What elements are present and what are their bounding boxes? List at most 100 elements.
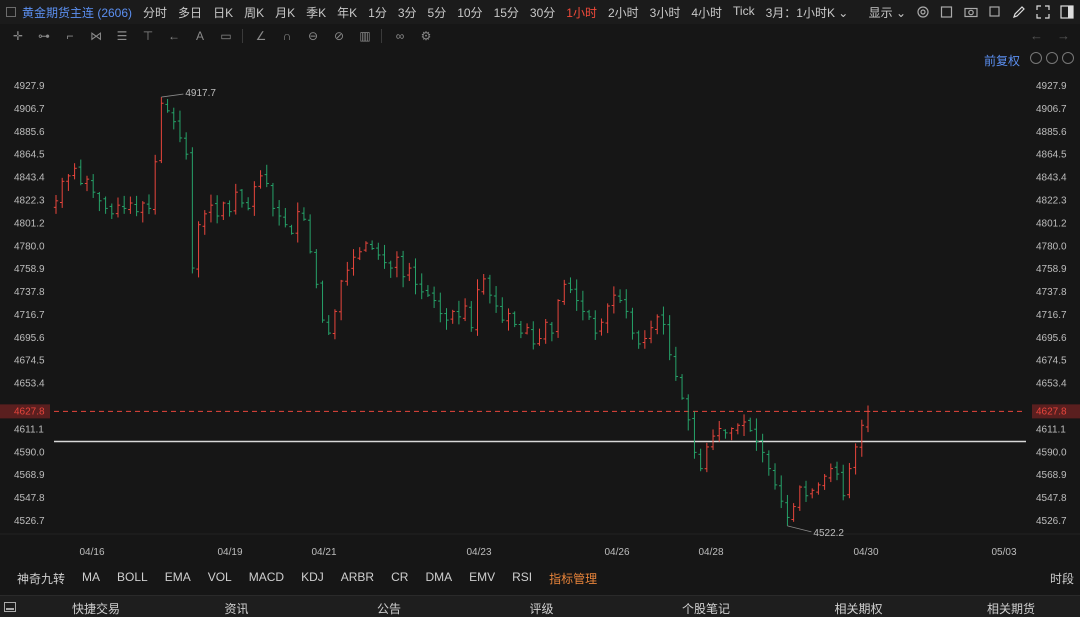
bottom-bar: 快捷交易 资讯 公告 评级 个股笔记 相关期权 相关期货: [0, 595, 1080, 617]
hide-drawing-icon[interactable]: ⊘: [331, 28, 347, 44]
rect-select-icon[interactable]: ⌐: [62, 28, 78, 44]
toolbar-divider: [242, 29, 243, 43]
y-tick-label-left: 4843.4: [14, 173, 45, 184]
indicator-tab[interactable]: CR: [391, 570, 408, 587]
bottom-tab[interactable]: 相关期货: [987, 600, 1035, 617]
y-tick-label-right: 4674.5: [1036, 356, 1067, 367]
eraser-tool-icon[interactable]: ∠: [253, 28, 269, 44]
indicator-tab[interactable]: DMA: [425, 570, 452, 587]
candlestick-chart[interactable]: 4927.9 4927.9 4906.7 4906.7 4885.6 4885.6 4864…: [0, 48, 1080, 567]
bottom-tab[interactable]: 资讯: [225, 600, 249, 617]
indicator-tab[interactable]: KDJ: [301, 570, 324, 587]
copy-icon[interactable]: [988, 5, 1002, 19]
display-menu[interactable]: 显示 ⌄: [869, 4, 906, 21]
indicator-tab[interactable]: 指标管理: [549, 570, 597, 587]
indicator-tab[interactable]: ARBR: [341, 570, 374, 587]
y-tick-label-right: 4780.0: [1036, 241, 1067, 252]
period-tab[interactable]: 季K: [306, 4, 326, 21]
low-annotation-leader: [787, 525, 812, 533]
x-tick-label: 04/26: [604, 547, 629, 558]
line-tool-icon[interactable]: ⊶: [36, 28, 52, 44]
zoom-in-icon[interactable]: [1062, 52, 1074, 64]
pattern-tool-icon[interactable]: ⋈: [88, 28, 104, 44]
period-tab[interactable]: 3小时: [650, 4, 681, 21]
lock-drawing-icon[interactable]: ⊖: [305, 28, 321, 44]
back-arrow-icon[interactable]: ←: [1030, 28, 1043, 43]
high-annotation-label: 4917.7: [185, 88, 216, 99]
price-adjust-toggle[interactable]: 前复权: [984, 52, 1020, 69]
indicator-tab[interactable]: EMA: [165, 570, 191, 587]
crosshair-icon[interactable]: ✛: [10, 28, 26, 44]
fib-tool-icon[interactable]: ☰: [114, 28, 130, 44]
fullscreen-icon[interactable]: [1036, 5, 1050, 19]
symbol-name: 黄金期货主连 (2606): [22, 5, 133, 20]
period-tab[interactable]: 2小时: [608, 4, 639, 21]
period-tab[interactable]: 1分: [368, 4, 387, 21]
y-tick-label-left: 4780.0: [14, 241, 45, 252]
measure-tool-icon[interactable]: ⊤: [140, 28, 156, 44]
period-tab[interactable]: 30分: [530, 4, 555, 21]
time-share-button[interactable]: 时段: [1050, 570, 1074, 587]
period-tab[interactable]: 5分: [428, 4, 447, 21]
period-tab[interactable]: 日K: [213, 4, 233, 21]
indicator-list: 神奇九转 MA BOLL EMA VOL MACD KDJ ARBR CR DMA EMV RSI 指标…: [0, 570, 597, 587]
y-tick-label-right: 4864.5: [1036, 150, 1067, 161]
y-tick-label-right: 4843.4: [1036, 173, 1067, 184]
current-price-label-right: 4627.8: [1036, 406, 1067, 417]
bottom-tab[interactable]: 快捷交易: [72, 600, 120, 617]
drawing-settings-icon[interactable]: ⚙: [418, 28, 434, 44]
bottom-tab[interactable]: 公告: [377, 600, 401, 617]
y-tick-label-right: 4526.7: [1036, 516, 1067, 527]
period-tab[interactable]: 10分: [457, 4, 482, 21]
bottom-tab[interactable]: 评级: [530, 600, 554, 617]
y-tick-label-right: 4885.6: [1036, 127, 1067, 138]
period-tab[interactable]: 3分: [398, 4, 417, 21]
bottom-tab[interactable]: 相关期权: [835, 600, 883, 617]
indicator-tab[interactable]: RSI: [512, 570, 532, 587]
forward-arrow-icon[interactable]: →: [1057, 28, 1070, 43]
symbol-selector[interactable]: 黄金期货主连 (2606): [6, 4, 132, 21]
text-tool-icon[interactable]: A: [192, 28, 208, 44]
y-tick-label-right: 4822.3: [1036, 195, 1067, 206]
low-annotation-label: 4522.2: [813, 528, 844, 539]
y-tick-label-right: 4590.0: [1036, 447, 1067, 458]
indicator-tab[interactable]: BOLL: [117, 570, 148, 587]
y-tick-label-left: 4801.2: [14, 218, 45, 229]
y-tick-label-right: 4653.4: [1036, 379, 1067, 390]
period-tab[interactable]: 年K: [337, 4, 357, 21]
magnet-icon[interactable]: ∩: [279, 28, 295, 44]
toolbar-divider: [381, 29, 382, 43]
arrow-tool-icon[interactable]: ←: [166, 28, 182, 44]
y-tick-label-right: 4611.1: [1036, 424, 1066, 435]
indicator-tab[interactable]: VOL: [208, 570, 232, 587]
period-tab[interactable]: 分时: [143, 4, 167, 21]
period-tab[interactable]: 多日: [178, 4, 202, 21]
period-tab[interactable]: 3月：1小时K ⌄: [766, 4, 849, 21]
panel-icon[interactable]: [4, 601, 16, 612]
link-icon[interactable]: ∞: [392, 28, 408, 44]
period-tab[interactable]: 15分: [494, 4, 519, 21]
y-tick-label-right: 4801.2: [1036, 218, 1067, 229]
chart-zoom-controls: [1030, 52, 1074, 64]
layout-icon[interactable]: [940, 5, 954, 19]
indicator-tab[interactable]: EMV: [469, 570, 495, 587]
zoom-out-icon[interactable]: [1046, 52, 1058, 64]
indicator-tab[interactable]: MA: [82, 570, 100, 587]
pen-icon[interactable]: [1012, 5, 1026, 19]
period-tab[interactable]: 4小时: [691, 4, 722, 21]
y-tick-label-left: 4906.7: [14, 104, 45, 115]
bottom-tab[interactable]: 个股笔记: [682, 600, 730, 617]
period-tab[interactable]: Tick: [733, 4, 755, 21]
period-tab[interactable]: 周K: [244, 4, 264, 21]
camera-icon[interactable]: [964, 5, 978, 19]
reset-icon[interactable]: [1030, 52, 1042, 64]
period-tab[interactable]: 1小时: [566, 4, 597, 21]
settings-icon[interactable]: [916, 5, 930, 19]
panel-toggle-icon[interactable]: [1060, 5, 1074, 19]
indicator-tab[interactable]: 神奇九转: [17, 570, 65, 587]
comment-tool-icon[interactable]: ▭: [218, 28, 234, 44]
y-tick-label-left: 4737.8: [14, 287, 45, 298]
period-tab[interactable]: 月K: [275, 4, 295, 21]
trash-icon[interactable]: ▥: [357, 28, 373, 44]
indicator-tab[interactable]: MACD: [249, 570, 284, 587]
